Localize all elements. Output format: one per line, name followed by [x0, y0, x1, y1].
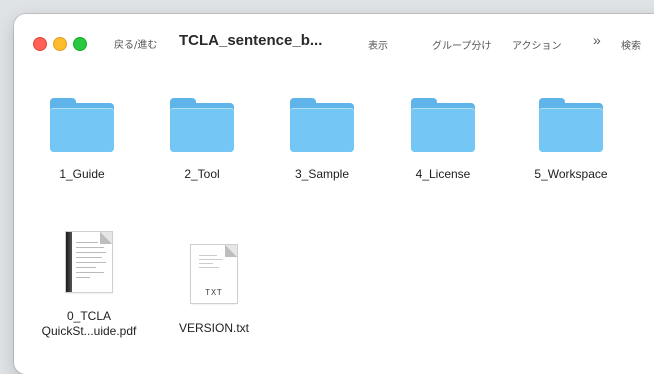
- finder-window: 戻る/進む TCLA_sentence_b... 表示 グループ分け アクション…: [14, 14, 654, 374]
- action-button[interactable]: アクション: [512, 37, 562, 52]
- toolbar: 戻る/進む TCLA_sentence_b... 表示 グループ分け アクション…: [14, 14, 654, 72]
- file-name: 1_Guide: [59, 167, 105, 181]
- close-button[interactable]: [33, 37, 47, 51]
- file-name: 5_Workspace: [534, 167, 608, 181]
- folder-icon: [539, 98, 603, 152]
- group-button[interactable]: グループ分け: [432, 37, 491, 52]
- zoom-button[interactable]: [73, 37, 87, 51]
- back-forward-button[interactable]: 戻る/進む: [114, 36, 157, 51]
- file-name: 2_Tool: [184, 167, 220, 181]
- file-name: 4_License: [415, 167, 471, 181]
- folder-icon: [170, 98, 234, 152]
- file-name: VERSION.txt: [178, 321, 249, 335]
- file-name-line-2: QuickSt...uide.pdf: [41, 324, 137, 338]
- window-title: TCLA_sentence_b...: [179, 32, 323, 49]
- minimize-button[interactable]: [53, 37, 67, 51]
- folder-icon: [50, 98, 114, 152]
- more-toolbar-chevron-icon[interactable]: »: [593, 32, 601, 48]
- file-name-line-1: 0_TCLA: [66, 309, 112, 323]
- text-document-icon: TXT: [191, 245, 237, 303]
- pdf-document-icon: [66, 232, 112, 292]
- folder-icon: [411, 98, 475, 152]
- view-button[interactable]: 表示: [368, 37, 388, 52]
- txt-badge: TXT: [205, 288, 223, 297]
- file-icon-view: 1_Guide 2_Tool 3_Sample 4_License 5_Work: [14, 72, 654, 374]
- search-button[interactable]: 検索: [621, 37, 641, 52]
- folder-icon: [290, 98, 354, 152]
- file-name: 3_Sample: [294, 167, 350, 181]
